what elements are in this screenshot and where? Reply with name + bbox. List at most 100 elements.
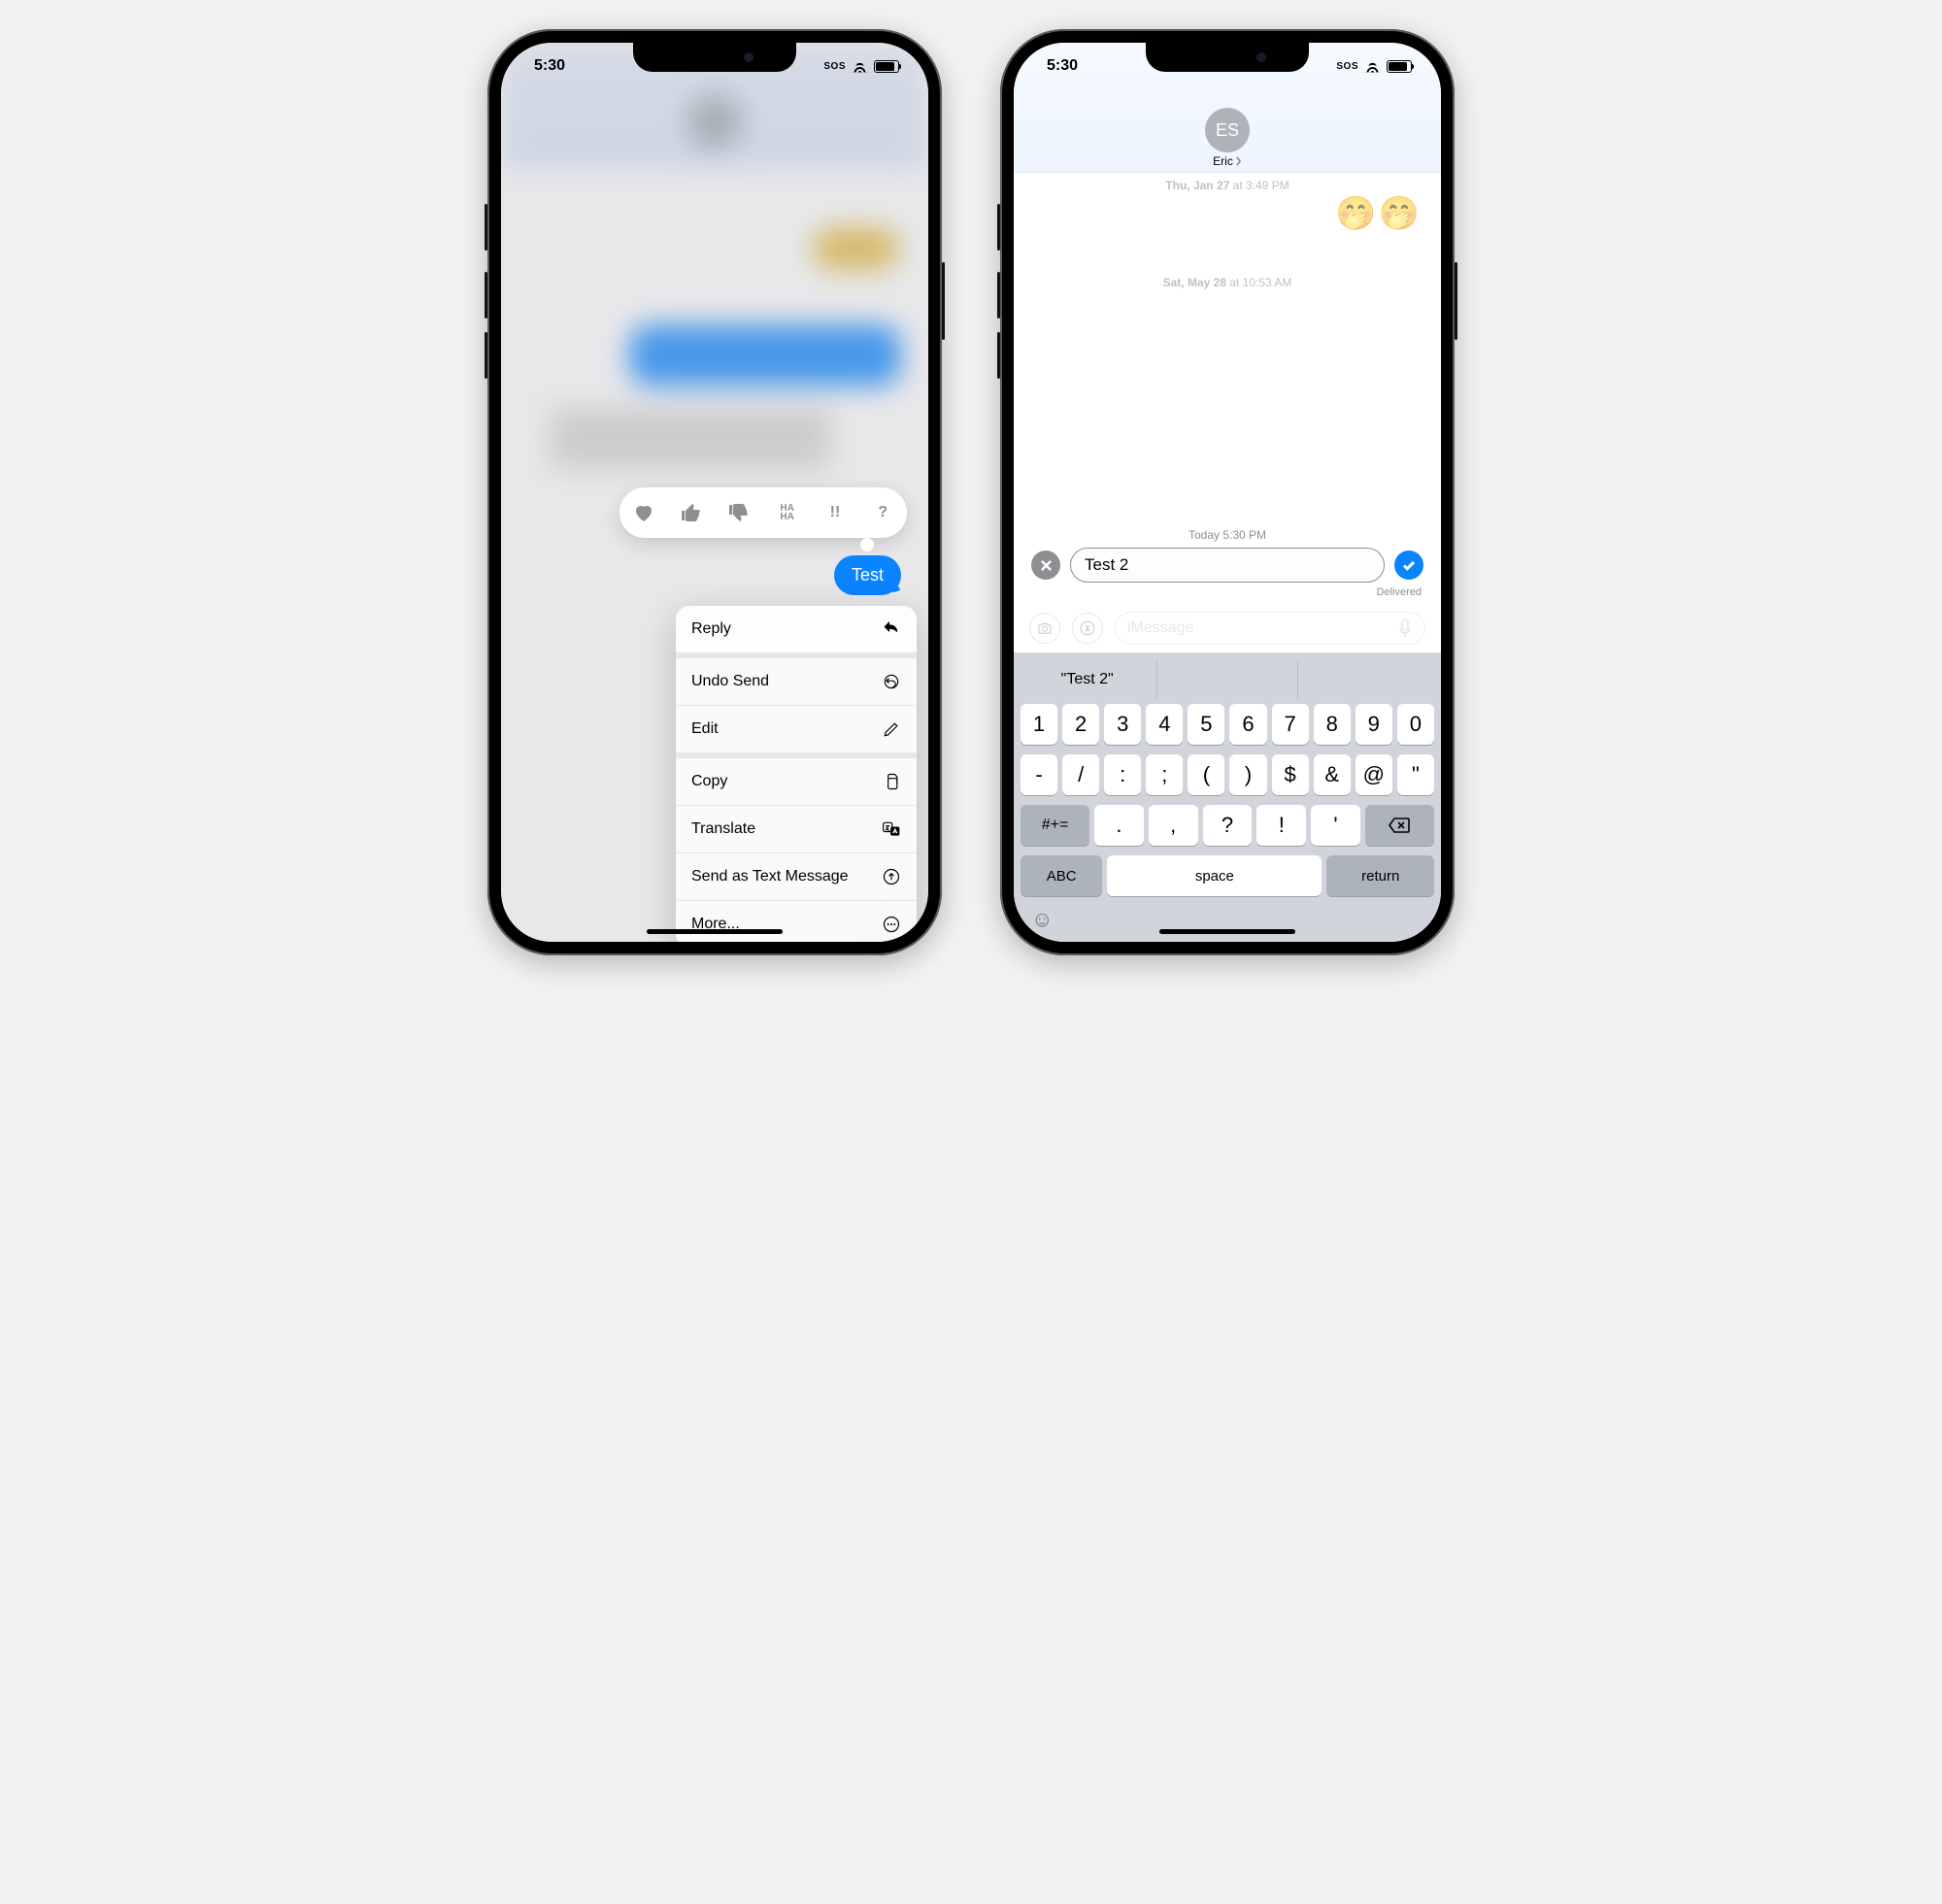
key-3[interactable]: 3: [1104, 704, 1141, 745]
battery-icon: [1387, 60, 1412, 73]
message-scroll-area[interactable]: Thu, Jan 27 at 3:49 PM 🤭🤭 Sat, May 28 at…: [1014, 173, 1441, 524]
selected-message-bubble[interactable]: Test: [834, 555, 901, 595]
key-space[interactable]: space: [1107, 855, 1322, 896]
chevron-right-icon: [1235, 156, 1242, 166]
key-4[interactable]: 4: [1146, 704, 1183, 745]
menu-label: Translate: [691, 820, 755, 838]
key-delete[interactable]: [1365, 805, 1434, 846]
camera-button[interactable]: [1029, 613, 1060, 644]
key-:[interactable]: :: [1104, 754, 1141, 795]
menu-label: Copy: [691, 773, 727, 790]
keyboard: "Test 2" 1234567890 -/:;()$&@" #+=.,?!' …: [1014, 652, 1441, 942]
phone-right: 5:30 SOS ES Eric Thu, Jan 27 at 3:49 PM …: [1000, 29, 1455, 955]
reply-icon: [882, 619, 901, 639]
edit-timestamp: Today 5:30 PM: [1031, 528, 1423, 542]
suggestion-bar: "Test 2": [1018, 660, 1437, 699]
menu-copy[interactable]: Copy: [676, 758, 917, 805]
context-menu: Reply Undo Send Edit Copy Translate Send as T…: [676, 606, 917, 942]
key-'[interactable]: ': [1311, 805, 1360, 846]
wifi-icon: [1364, 60, 1381, 73]
key-8[interactable]: 8: [1314, 704, 1351, 745]
status-time: 5:30: [1047, 57, 1078, 75]
key-)[interactable]: ): [1229, 754, 1266, 795]
suggestion-2[interactable]: [1157, 660, 1297, 699]
home-indicator[interactable]: [647, 929, 783, 934]
key-6[interactable]: 6: [1229, 704, 1266, 745]
pencil-icon: [882, 719, 901, 739]
tapback-haha[interactable]: HA HA: [775, 500, 800, 525]
key-"[interactable]: ": [1397, 754, 1434, 795]
close-icon: [1040, 559, 1053, 572]
menu-edit[interactable]: Edit: [676, 705, 917, 752]
tapback-thumbs-up[interactable]: [679, 500, 704, 525]
edit-message-area: Today 5:30 PM Test 2 Delivered: [1014, 524, 1441, 606]
contact-name: Eric: [1213, 154, 1233, 168]
battery-icon: [874, 60, 899, 73]
key-@[interactable]: @: [1356, 754, 1392, 795]
contact-name-row[interactable]: Eric: [1213, 154, 1242, 168]
edit-message-input[interactable]: Test 2: [1070, 548, 1385, 583]
key-([interactable]: (: [1188, 754, 1224, 795]
key-![interactable]: !: [1256, 805, 1306, 846]
key-?[interactable]: ?: [1203, 805, 1253, 846]
camera-icon: [1036, 619, 1054, 637]
notch: [633, 43, 796, 72]
key-&[interactable]: &: [1314, 754, 1351, 795]
key-1[interactable]: 1: [1021, 704, 1057, 745]
key-abc[interactable]: ABC: [1021, 855, 1102, 896]
compose-input[interactable]: iMessage: [1115, 612, 1425, 645]
tapback-question[interactable]: ?: [870, 500, 895, 525]
compose-bar: iMessage: [1014, 606, 1441, 652]
key-$[interactable]: $: [1272, 754, 1309, 795]
emoji-keyboard-button[interactable]: ☺: [1031, 907, 1053, 932]
suggestion-3[interactable]: [1298, 660, 1437, 699]
menu-reply[interactable]: Reply: [676, 606, 917, 652]
cancel-edit-button[interactable]: [1031, 551, 1060, 580]
menu-undo[interactable]: Undo Send: [676, 658, 917, 705]
key-5[interactable]: 5: [1188, 704, 1224, 745]
menu-label: Edit: [691, 720, 719, 738]
confirm-edit-button[interactable]: [1394, 551, 1423, 580]
key-return[interactable]: return: [1326, 855, 1434, 896]
tapback-heart[interactable]: [631, 500, 656, 525]
key--[interactable]: -: [1021, 754, 1057, 795]
timestamp-1: Thu, Jan 27 at 3:49 PM: [1014, 179, 1441, 192]
phone-left: 5:30 SOS HA HA !! ? Test Re: [487, 29, 942, 955]
screen-left: 5:30 SOS HA HA !! ? Test Re: [501, 43, 928, 942]
key-0[interactable]: 0: [1397, 704, 1434, 745]
key-.[interactable]: .: [1094, 805, 1144, 846]
wifi-icon: [852, 60, 868, 73]
tapback-exclaim[interactable]: !!: [822, 500, 848, 525]
undo-icon: [882, 672, 901, 691]
backspace-icon: [1388, 817, 1411, 834]
emoji-message[interactable]: 🤭🤭: [1335, 194, 1422, 233]
key-,[interactable]: ,: [1149, 805, 1198, 846]
mic-icon: [1397, 618, 1413, 638]
menu-label: Undo Send: [691, 673, 769, 690]
menu-translate[interactable]: Translate: [676, 805, 917, 852]
home-indicator[interactable]: [1159, 929, 1295, 934]
key-9[interactable]: 9: [1356, 704, 1392, 745]
checkmark-icon: [1401, 557, 1417, 573]
menu-sendsms[interactable]: Send as Text Message: [676, 852, 917, 900]
delivered-status: Delivered: [1031, 586, 1423, 598]
menu-label: Send as Text Message: [691, 868, 849, 885]
contact-avatar[interactable]: ES: [1205, 108, 1250, 152]
key-7[interactable]: 7: [1272, 704, 1309, 745]
suggestion-1[interactable]: "Test 2": [1018, 660, 1157, 699]
notch: [1146, 43, 1309, 72]
key-;[interactable]: ;: [1146, 754, 1183, 795]
compose-placeholder: iMessage: [1127, 619, 1193, 637]
apps-button[interactable]: [1072, 613, 1103, 644]
copy-icon: [882, 772, 901, 791]
key-/[interactable]: /: [1062, 754, 1099, 795]
edit-message-value: Test 2: [1085, 555, 1128, 575]
tapback-thumbs-down[interactable]: [726, 500, 752, 525]
tapback-bar: HA HA !! ?: [619, 487, 907, 538]
key-symbols[interactable]: #+=: [1021, 805, 1089, 846]
key-2[interactable]: 2: [1062, 704, 1099, 745]
app-store-icon: [1079, 619, 1096, 637]
ellipsis-icon: [882, 915, 901, 934]
status-time: 5:30: [534, 57, 565, 75]
menu-more[interactable]: More...: [676, 900, 917, 942]
